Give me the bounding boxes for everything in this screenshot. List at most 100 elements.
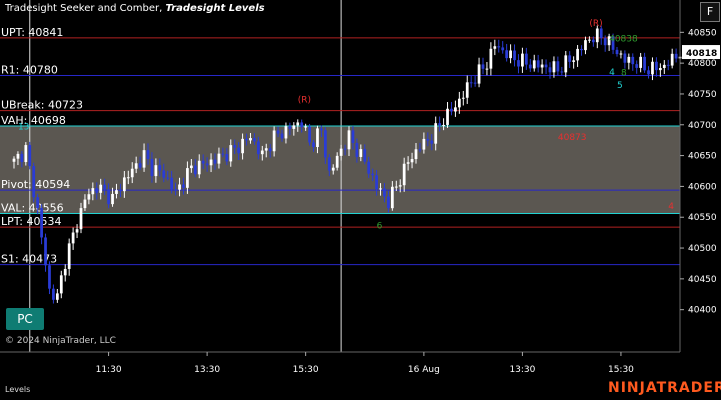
candle-body — [103, 184, 107, 190]
candle-body — [517, 60, 520, 67]
candle-body — [390, 186, 394, 209]
candle-body — [509, 50, 512, 59]
candle-body — [588, 39, 591, 41]
candle-body — [387, 196, 390, 209]
level-label-7: S1: 40473 — [1, 253, 57, 266]
candle-body — [95, 188, 99, 193]
panel-label: Levels — [5, 385, 31, 394]
candle-body — [91, 188, 95, 195]
candle-body — [457, 98, 461, 108]
candle-body — [556, 61, 560, 72]
candle-body — [213, 159, 217, 164]
candle-body — [142, 150, 146, 168]
level-label-5: VAL: 40556 — [1, 202, 64, 215]
candle-body — [603, 38, 607, 46]
candle-body — [655, 61, 658, 71]
candle-body — [410, 159, 414, 163]
candle-body — [595, 28, 599, 43]
candle-body — [627, 56, 631, 63]
candle-body — [473, 82, 477, 84]
candle-body — [44, 237, 47, 266]
candle-body — [651, 61, 654, 75]
candle-body — [576, 48, 579, 61]
candle-body — [162, 170, 166, 178]
candle-body — [63, 268, 67, 276]
candle-body — [312, 142, 315, 148]
candle-body — [55, 293, 59, 300]
candle-body — [422, 138, 426, 150]
candle-body — [528, 64, 532, 69]
candle-body — [442, 124, 445, 126]
time-tick-label-4: 13:30 — [509, 365, 535, 375]
chart-annotation-0: (R) — [298, 96, 311, 106]
candle-body — [347, 130, 351, 150]
candle-body — [264, 148, 268, 151]
candle-body — [647, 70, 650, 75]
candle-body — [465, 82, 469, 98]
price-tick-label-5: 40650 — [688, 152, 717, 162]
candle-body — [59, 275, 63, 294]
candle-body — [327, 157, 331, 171]
candle-body — [87, 194, 91, 200]
candle-body — [205, 163, 209, 166]
candle-body — [146, 150, 150, 159]
candle-body — [260, 150, 264, 155]
chart-annotation-5: 13 — [18, 123, 29, 133]
candle-body — [375, 175, 378, 189]
candle-body — [197, 160, 201, 175]
candle-body — [674, 53, 678, 59]
candle-body — [52, 288, 55, 300]
candle-body — [300, 122, 304, 128]
candle-body — [426, 138, 430, 141]
indicator-name: Tradesight Seeker and Comber, — [5, 3, 163, 14]
copyright-text: © 2024 NinjaTrader, LLC — [5, 336, 116, 346]
time-tick-label-2: 15:30 — [293, 365, 319, 375]
study-name: Tradesight Levels — [165, 3, 265, 14]
candle-body — [623, 53, 627, 63]
candle-body — [536, 60, 540, 68]
candle-body — [225, 154, 229, 162]
candle-body — [182, 184, 185, 188]
candle-body — [434, 123, 438, 144]
price-tick-label-1: 40450 — [688, 275, 717, 285]
candle-body — [584, 40, 587, 51]
candle-body — [658, 67, 662, 71]
candle-body — [115, 190, 118, 194]
candle-body — [552, 61, 556, 73]
price-tick-label-7: 40750 — [688, 90, 717, 100]
candle-body — [237, 147, 241, 154]
chart-annotation-3: 40838 — [609, 35, 638, 45]
time-tick-label-5: 15:30 — [608, 365, 634, 375]
candle-body — [292, 125, 296, 129]
candle-body — [48, 265, 51, 289]
candle-body — [276, 130, 280, 134]
candle-body — [446, 108, 449, 125]
candle-body — [24, 145, 28, 163]
candle-body — [599, 28, 603, 39]
candle-body — [450, 108, 453, 112]
candle-body — [461, 97, 465, 99]
candle-body — [201, 160, 205, 164]
candle-body — [272, 130, 276, 152]
chart-window[interactable]: UPT: 40841 R1: 40780 UBreak: 40723 VAH: 406… — [0, 0, 721, 400]
candle-body — [670, 53, 674, 66]
candle-body — [99, 184, 103, 193]
candle-body — [560, 71, 564, 73]
candle-body — [75, 229, 79, 233]
candle-body — [233, 145, 237, 148]
candle-body — [193, 165, 197, 175]
chart-header: Tradesight Seeker and Comber, Tradesight… — [5, 3, 265, 14]
candle-body — [296, 122, 300, 126]
candle-body — [505, 50, 509, 59]
candle-body — [241, 138, 244, 154]
price-tick-label-6: 40700 — [688, 121, 717, 131]
candle-body — [568, 55, 572, 62]
candle-body — [316, 128, 319, 148]
f-button[interactable]: F — [700, 2, 720, 22]
candle-body — [469, 82, 473, 84]
price-tick-label-4: 40600 — [688, 182, 717, 192]
pc-button[interactable]: PC — [6, 308, 44, 330]
candle-body — [186, 168, 189, 188]
candle-body — [284, 126, 288, 139]
candle-body — [256, 141, 260, 155]
